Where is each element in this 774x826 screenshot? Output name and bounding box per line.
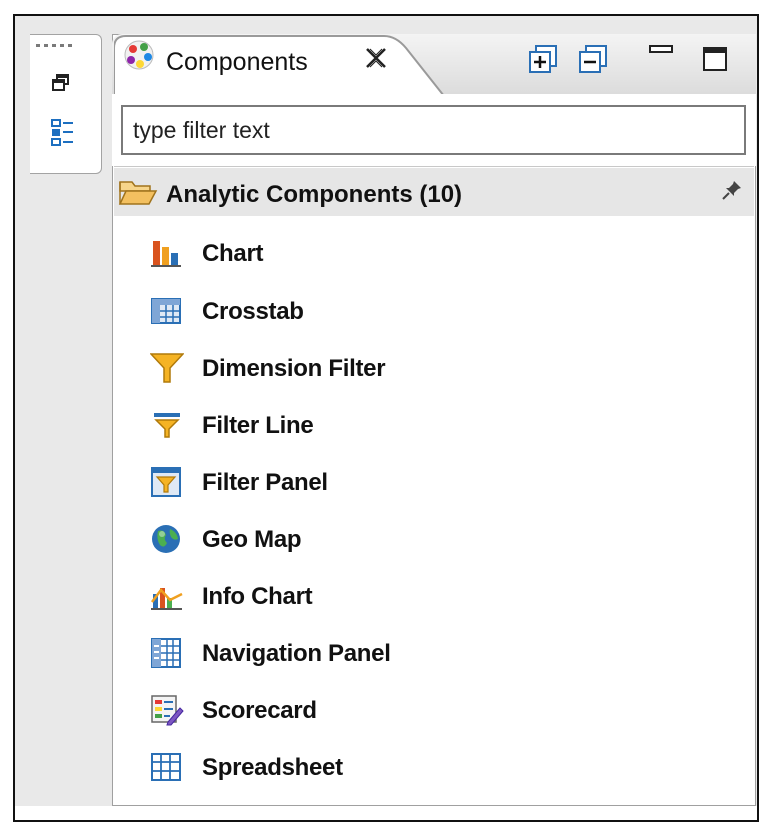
navigation-panel-icon [151,638,181,668]
list-item-scorecard[interactable]: Scorecard [150,684,740,734]
list-item-filter-panel[interactable]: Filter Panel [150,456,740,506]
dimension-filter-icon [150,353,184,383]
info-chart-icon [151,588,183,610]
list-item-geo-map[interactable]: Geo Map [150,513,740,563]
maximize-icon[interactable] [700,44,730,74]
expand-all-icon[interactable] [528,44,558,74]
view-title: Components [166,48,308,76]
item-label: Filter Panel [202,469,328,496]
list-item-dimension-filter[interactable]: Dimension Filter [150,342,740,392]
list-item-chart[interactable]: Chart [150,227,740,277]
filter-panel-icon [151,467,181,497]
category-label: Analytic Components (10) [166,181,463,208]
chart-icon [151,241,181,267]
collapse-all-icon[interactable] [578,44,608,74]
close-icon[interactable] [362,44,390,72]
item-label: Chart [202,240,264,267]
list-item-navigation-panel[interactable]: Navigation Panel [150,627,740,677]
minimize-icon[interactable] [646,38,676,68]
item-label: Dimension Filter [202,355,386,382]
item-label: Spreadsheet [202,754,343,781]
restore-icon[interactable] [50,72,72,94]
item-label: Geo Map [202,526,302,553]
minimized-trim-stack [30,34,102,174]
globe-icon [152,525,180,553]
list-item-spreadsheet[interactable]: Spreadsheet [150,741,740,791]
item-label: Navigation Panel [202,640,391,667]
list-item-info-chart[interactable]: Info Chart [150,570,740,620]
item-label: Crosstab [202,298,304,325]
list-item-filter-line[interactable]: Filter Line [150,399,740,449]
open-folder-icon [118,181,158,205]
pin-icon[interactable] [720,178,744,202]
components-palette-icon [124,40,154,70]
item-label: Scorecard [202,697,317,724]
trim-drag-handle[interactable] [36,44,76,50]
outline-view-icon[interactable] [50,118,76,148]
list-item-crosstab[interactable]: Crosstab [150,285,740,335]
filter-line-icon [154,413,180,438]
crosstab-icon [151,298,181,324]
item-label: Filter Line [202,412,314,439]
divider [114,166,754,167]
scorecard-icon [151,695,184,726]
item-label: Info Chart [202,583,313,610]
spreadsheet-icon [151,753,181,781]
filter-input[interactable] [121,105,746,155]
